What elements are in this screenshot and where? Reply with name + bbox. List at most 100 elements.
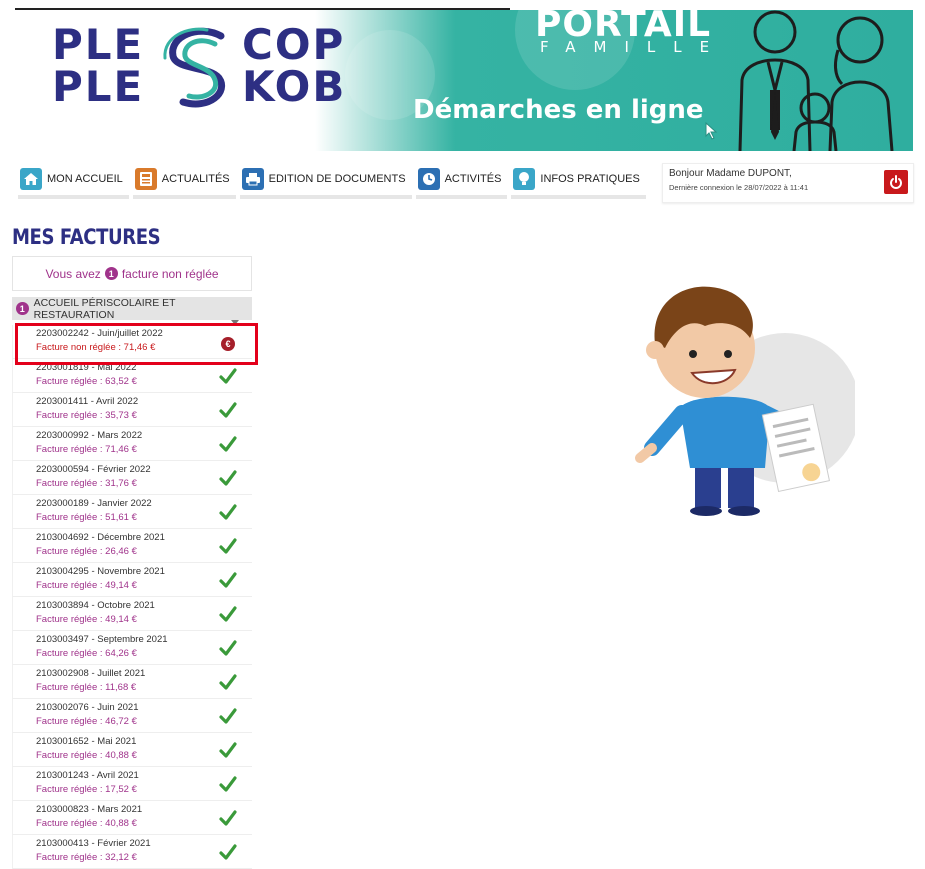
checkmark-icon xyxy=(219,402,237,418)
invoice-row[interactable]: 2103004692 - Décembre 2021 Facture réglée… xyxy=(12,529,252,563)
checkmark-icon xyxy=(219,674,237,690)
invoice-row[interactable]: 2203000992 - Mars 2022 Facture réglée : 7… xyxy=(12,427,252,461)
unpaid-count-badge: 1 xyxy=(104,267,118,280)
invoice-status: Facture réglée : 63,52 € xyxy=(36,376,137,387)
invoice-list: 2203002242 - Juin/juillet 2022 Facture no… xyxy=(12,325,252,869)
invoice-row[interactable]: 2103002908 - Juillet 2021 Facture réglée … xyxy=(12,665,252,699)
nav-label: INFOS PRATIQUES xyxy=(540,173,640,185)
news-icon xyxy=(134,168,157,190)
nav-label: EDITION DE DOCUMENTS xyxy=(268,173,406,185)
invoice-status: Facture réglée : 40,88 € xyxy=(36,818,137,829)
nav-label: MON ACCUEIL xyxy=(47,173,123,185)
invoice-row[interactable]: 2103004295 - Novembre 2021 Facture réglée… xyxy=(12,563,252,597)
invoice-row[interactable]: 2103001652 - Mai 2021 Facture réglée : 40… xyxy=(12,733,252,767)
famille-subtitle: FAMILLE xyxy=(540,38,728,56)
invoice-status: Facture réglée : 40,88 € xyxy=(36,750,137,761)
summary-prefix: Vous avez xyxy=(45,266,101,281)
checkmark-icon xyxy=(219,810,237,826)
invoice-status: Facture réglée : 26,46 € xyxy=(36,546,137,557)
invoice-title: 2203001411 - Avril 2022 xyxy=(36,396,139,407)
nav-item-infos-pratiques[interactable]: INFOS PRATIQUES xyxy=(511,163,646,199)
invoice-status: Facture réglée : 31,76 € xyxy=(36,478,137,489)
unpaid-summary: Vous avez 1 facture non réglée xyxy=(12,256,252,291)
invoice-title: 2203000594 - Février 2022 xyxy=(36,464,151,475)
invoice-title: 2103001652 - Mai 2021 xyxy=(36,736,137,747)
logo-text-ple-top: PLE xyxy=(52,20,145,69)
checkmark-icon xyxy=(219,606,237,622)
invoice-title: 2103000823 - Mars 2021 xyxy=(36,804,143,815)
last-connection: Dernière connexion le 28/07/2022 à 11:41 xyxy=(669,183,809,192)
checkmark-icon xyxy=(219,538,237,554)
checkmark-icon xyxy=(219,470,237,486)
main-nav: MON ACCUEIL ACTUALITÉS EDITION DE DOCUME… xyxy=(18,163,646,199)
nav-label: ACTUALITÉS xyxy=(161,173,230,185)
invoice-row[interactable]: 2103003894 - Octobre 2021 Facture réglée … xyxy=(12,597,252,631)
invoice-row[interactable]: 2203000594 - Février 2022 Facture réglée … xyxy=(12,461,252,495)
demarches-en-ligne[interactable]: Démarches en ligne xyxy=(413,95,704,125)
checkmark-icon xyxy=(219,572,237,588)
invoice-status: Facture réglée : 71,46 € xyxy=(36,444,137,455)
invoice-title: 2203000992 - Mars 2022 xyxy=(36,430,143,441)
invoice-row[interactable]: 2103000823 - Mars 2021 Facture réglée : 4… xyxy=(12,801,252,835)
invoice-title: 2203000189 - Janvier 2022 xyxy=(36,498,152,509)
user-info-box: Bonjour Madame DUPONT, Dernière connexio… xyxy=(662,163,914,203)
invoice-status: Facture réglée : 35,73 € xyxy=(36,410,137,421)
nav-item-mon-accueil[interactable]: MON ACCUEIL xyxy=(18,163,129,199)
power-icon xyxy=(890,175,902,189)
invoice-title: 2103002076 - Juin 2021 xyxy=(36,702,139,713)
checkmark-icon xyxy=(219,708,237,724)
invoice-title: 2103000413 - Février 2021 xyxy=(36,838,151,849)
user-greeting: Bonjour Madame DUPONT, xyxy=(669,168,792,179)
invoice-title: 2103001243 - Avril 2021 xyxy=(36,770,139,781)
invoice-status: Facture réglée : 51,61 € xyxy=(36,512,137,523)
lightbulb-icon xyxy=(513,168,536,190)
boy-with-invoice-illustration xyxy=(635,286,855,516)
invoice-title: 2103003894 - Octobre 2021 xyxy=(36,600,155,611)
checkmark-icon xyxy=(219,776,237,792)
invoice-status: Facture réglée : 11,68 € xyxy=(36,682,137,693)
nav-item-actualites[interactable]: ACTUALITÉS xyxy=(132,163,236,199)
cursor-icon xyxy=(705,122,718,140)
logout-button[interactable] xyxy=(884,170,908,194)
invoice-title: 2103003497 - Septembre 2021 xyxy=(36,634,168,645)
invoice-row[interactable]: 2203000189 - Janvier 2022 Facture réglée … xyxy=(12,495,252,529)
logo-swirl-icon xyxy=(163,27,225,108)
checkmark-icon xyxy=(219,640,237,656)
invoice-title: 2103002908 - Juillet 2021 xyxy=(36,668,146,679)
nav-item-activites[interactable]: ACTIVITÉS xyxy=(415,163,508,199)
section-header-periscolaire[interactable]: 1 ACCUEIL PÉRISCOLAIRE ET RESTAURATION xyxy=(12,296,252,325)
checkmark-icon xyxy=(219,436,237,452)
nav-label: ACTIVITÉS xyxy=(444,173,502,185)
logo[interactable]: PLE PLE COP KOB xyxy=(52,24,382,124)
invoice-title: 2103004295 - Novembre 2021 xyxy=(36,566,165,577)
invoice-row[interactable]: 2103002076 - Juin 2021 Facture réglée : 4… xyxy=(12,699,252,733)
checkmark-icon xyxy=(219,844,237,860)
printer-icon xyxy=(241,168,264,190)
highlight-box xyxy=(15,323,258,365)
invoice-status: Facture réglée : 49,14 € xyxy=(36,614,137,625)
invoice-row[interactable]: 2103003497 - Septembre 2021 Facture réglé… xyxy=(12,631,252,665)
logo-text-cop: COP xyxy=(242,20,346,69)
invoice-row[interactable]: 2103001243 - Avril 2021 Facture réglée : … xyxy=(12,767,252,801)
invoice-status: Facture réglée : 46,72 € xyxy=(36,716,137,727)
header-banner: PLE PLE COP KOB PORTAIL FAMILLE Démarche… xyxy=(15,10,913,151)
nav-item-edition-documents[interactable]: EDITION DE DOCUMENTS xyxy=(239,163,412,199)
checkmark-icon xyxy=(219,368,237,384)
logo-text-ple-bottom: PLE xyxy=(52,62,145,111)
invoice-row[interactable]: 2203001411 - Avril 2022 Facture réglée : … xyxy=(12,393,252,427)
invoice-status: Facture réglée : 32,12 € xyxy=(36,852,137,863)
checkmark-icon xyxy=(219,742,237,758)
section-count-badge: 1 xyxy=(16,302,29,315)
family-illustration xyxy=(738,10,894,151)
home-icon xyxy=(20,168,42,190)
invoice-title: 2103004692 - Décembre 2021 xyxy=(36,532,165,543)
checkmark-icon xyxy=(219,504,237,520)
invoice-status: Facture réglée : 17,52 € xyxy=(36,784,137,795)
logo-text-kob: KOB xyxy=(242,62,347,111)
page-title: MES FACTURES xyxy=(12,225,161,249)
clock-icon xyxy=(417,168,440,190)
invoice-status: Facture réglée : 49,14 € xyxy=(36,580,137,591)
section-label: ACCUEIL PÉRISCOLAIRE ET RESTAURATION xyxy=(33,296,176,321)
invoice-status: Facture réglée : 64,26 € xyxy=(36,648,137,659)
invoice-row[interactable]: 2103000413 - Février 2021 Facture réglée … xyxy=(12,835,252,869)
